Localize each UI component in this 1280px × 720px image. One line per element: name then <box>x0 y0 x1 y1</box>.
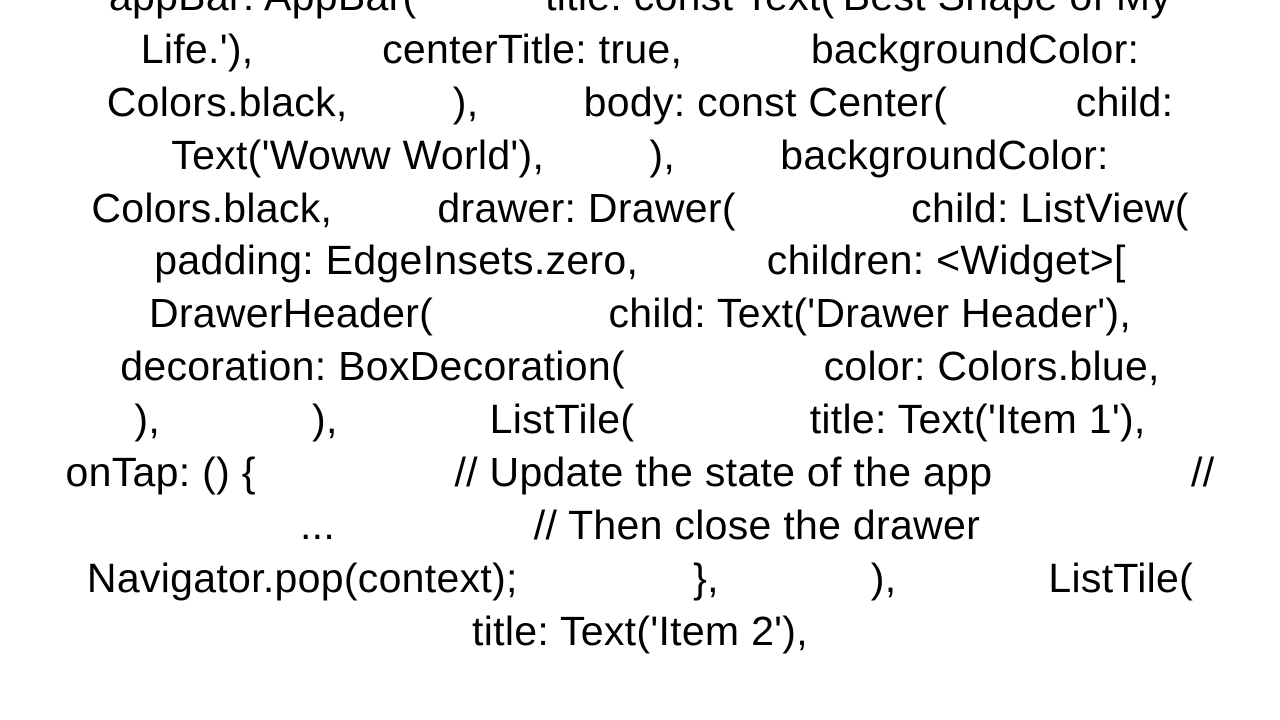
code-snippet: appBar: AppBar( title: const Text('Best … <box>0 0 1280 657</box>
